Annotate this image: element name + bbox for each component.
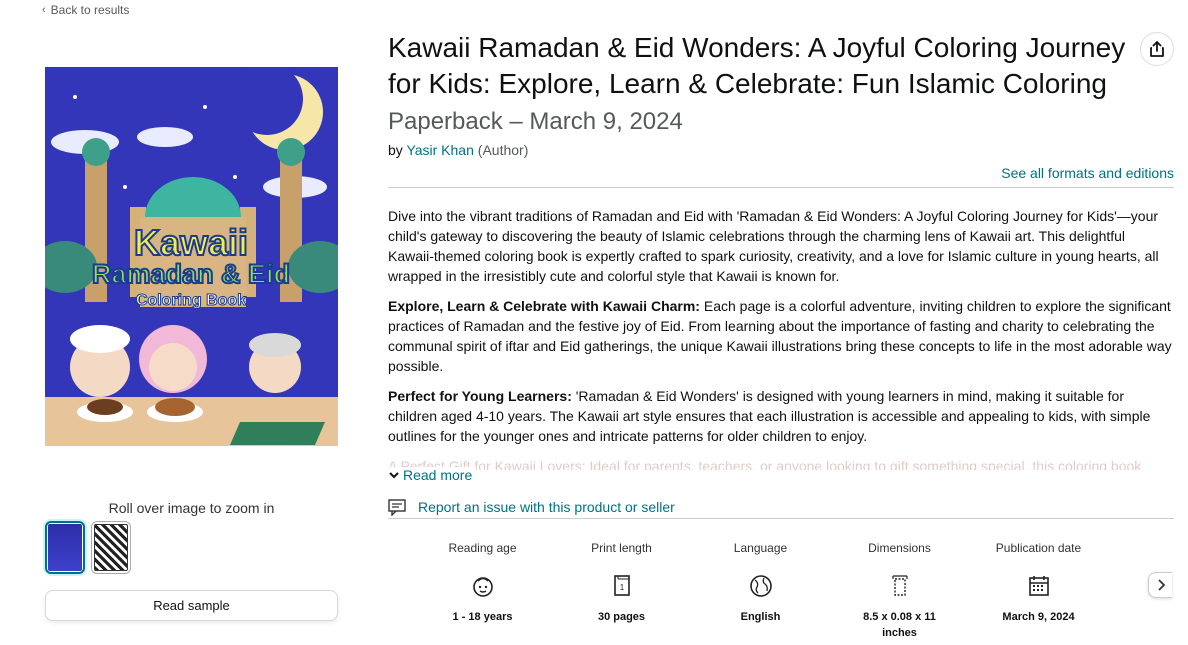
globe-icon — [749, 571, 773, 601]
page-icon: 1 — [612, 571, 632, 601]
report-issue-label: Report an issue with this product or sel… — [418, 499, 675, 515]
back-to-results-link[interactable]: ‹ Back to results — [42, 3, 129, 17]
chevron-right-icon — [1157, 579, 1165, 591]
read-sample-button[interactable]: Read sample — [45, 590, 338, 621]
see-all-formats-link[interactable]: See all formats and editions — [1001, 165, 1174, 181]
cover-title-line3: Coloring Book — [136, 292, 246, 309]
calendar-icon — [1027, 571, 1051, 601]
share-button[interactable] — [1140, 32, 1174, 66]
by-label: by — [388, 142, 403, 158]
thumbnail-back[interactable] — [91, 521, 131, 574]
thumbnail-cover[interactable] — [45, 521, 85, 574]
ruler-icon — [890, 571, 910, 601]
svg-text:1: 1 — [619, 583, 624, 592]
product-title: Kawaii Ramadan & Eid Wonders: A Joyful C… — [388, 32, 1126, 99]
share-icon — [1150, 40, 1164, 57]
carousel-next-button[interactable] — [1148, 572, 1172, 598]
cover-title-line1: Kawaii — [134, 222, 248, 263]
description-paragraph-1: Dive into the vibrant traditions of Rama… — [388, 208, 1159, 284]
author-role: (Author) — [477, 142, 529, 158]
description-faded-text: A Perfect Gift for Kawaii Lovers: Ideal … — [388, 458, 1142, 470]
feedback-icon — [388, 499, 406, 516]
detail-dimensions: Dimensions 8.5 x 0.08 x 11 inches — [863, 541, 936, 639]
read-more-label: Read more — [403, 467, 473, 483]
read-more-link[interactable]: Read more — [388, 467, 477, 483]
product-details-carousel: Reading age 1 - 18 years Print length 1 … — [413, 541, 1108, 641]
description-paragraph-2: Explore, Learn & Celebrate with Kawaii C… — [388, 298, 1172, 374]
detail-publication-date: Publication date March 9, 2024 — [995, 541, 1082, 623]
report-issue-link[interactable]: Report an issue with this product or sel… — [388, 498, 675, 516]
zoom-hint: Roll over image to zoom in — [108, 500, 275, 516]
author-link[interactable]: Yasir Khan — [406, 142, 473, 158]
byline: by Yasir Khan (Author) — [388, 142, 528, 158]
book-cover-image[interactable]: Kawaii Ramadan & Eid Coloring Book — [45, 67, 338, 446]
chevron-left-icon: ‹ — [42, 4, 46, 16]
detail-print-length: Print length 1 30 pages — [591, 541, 652, 623]
detail-reading-age: Reading age 1 - 18 years — [448, 541, 517, 623]
divider — [388, 518, 1174, 519]
description-paragraph-3: Perfect for Young Learners: 'Ramadan & E… — [388, 388, 1151, 444]
format-and-date: Paperback – March 9, 2024 — [388, 108, 683, 135]
product-description: Dive into the vibrant traditions of Rama… — [388, 206, 1174, 456]
chevron-down-icon — [389, 472, 399, 479]
divider — [388, 187, 1174, 188]
thumbnail-strip — [45, 521, 131, 574]
child-face-icon — [471, 571, 495, 601]
detail-language: Language English — [733, 541, 788, 623]
cover-title-line2: Ramadan & Eid — [92, 259, 290, 289]
back-to-results-label: Back to results — [50, 3, 130, 17]
